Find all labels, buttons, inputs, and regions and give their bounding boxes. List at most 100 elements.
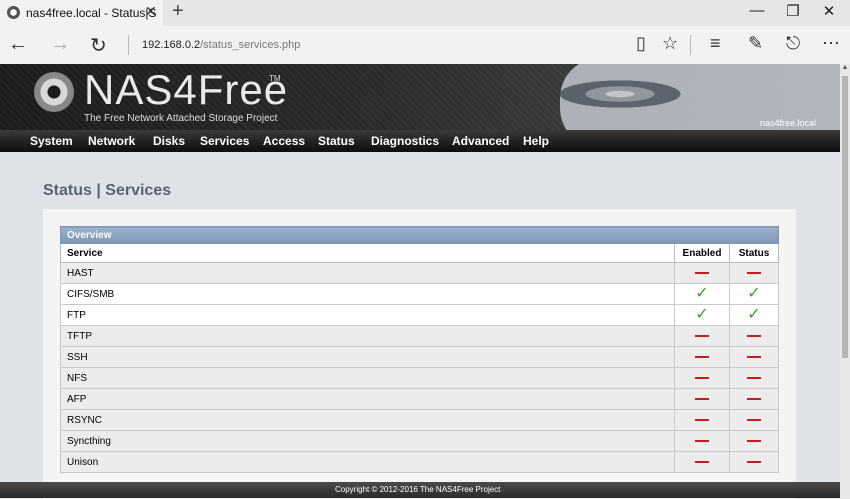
dash-icon — [695, 418, 709, 421]
forward-icon[interactable]: → — [50, 33, 70, 56]
new-tab-icon[interactable]: + — [172, 0, 184, 23]
menu-item-status[interactable]: Status — [318, 134, 355, 148]
url-path: /status_services.php — [200, 39, 301, 51]
copyright-text: Copyright © 2012-2016 The NAS4Free Proje… — [335, 485, 501, 494]
service-name: RSYNC — [60, 409, 675, 431]
logo-text[interactable]: NAS4Free — [84, 66, 288, 114]
table-row: Unison — [60, 451, 779, 473]
hub-icon[interactable]: ≡ — [710, 33, 721, 54]
refresh-icon[interactable]: ↻ — [90, 33, 107, 58]
web-note-icon[interactable]: ✎ — [748, 33, 763, 54]
logo-tagline: The Free Network Attached Storage Projec… — [84, 113, 278, 124]
service-enabled: ✓ — [674, 304, 730, 326]
menu-item-disks[interactable]: Disks — [153, 134, 185, 148]
dash-icon — [747, 334, 761, 337]
service-name: Syncthing — [60, 430, 675, 452]
trademark-mark: TM — [269, 74, 281, 83]
service-name: TFTP — [60, 325, 675, 347]
table-row: RSYNC — [60, 409, 779, 431]
service-status — [729, 325, 779, 347]
menu-item-system[interactable]: System — [30, 134, 73, 148]
service-status — [729, 451, 779, 473]
column-header-row: Service Enabled Status — [60, 243, 779, 263]
service-name: SSH — [60, 346, 675, 368]
browser-tab[interactable]: nas4free.local - Status|S ✕ — [0, 0, 163, 26]
service-enabled — [674, 430, 730, 452]
dash-icon — [747, 460, 761, 463]
address-bar: ← → ↻ 192.168.0.2/status_services.php ▯ … — [0, 26, 850, 64]
service-name: FTP — [60, 304, 675, 326]
check-icon: ✓ — [695, 285, 709, 302]
share-icon[interactable]: ⎋ — [786, 33, 800, 54]
service-status — [729, 346, 779, 368]
menu-item-services[interactable]: Services — [200, 134, 249, 148]
menu-item-access[interactable]: Access — [263, 134, 305, 148]
service-status — [729, 430, 779, 452]
service-status — [729, 367, 779, 389]
hostname-label: nas4free.local — [760, 118, 817, 128]
service-status — [729, 409, 779, 431]
service-status — [729, 388, 779, 410]
favorite-star-icon[interactable]: ☆ — [662, 33, 678, 54]
minimize-icon[interactable]: — — [747, 2, 767, 19]
check-icon: ✓ — [747, 306, 761, 323]
menu-item-diagnostics[interactable]: Diagnostics — [371, 134, 439, 148]
footer: Copyright © 2012-2016 The NAS4Free Proje… — [0, 482, 840, 498]
table-row: SSH — [60, 346, 779, 368]
service-enabled — [674, 388, 730, 410]
table-row: AFP — [60, 388, 779, 410]
scrollbar[interactable]: ▲ — [840, 64, 850, 498]
service-rows: HAST CIFS/SMB ✓ ✓ FTP ✓ ✓ TFTP SSH NFS AFP RSYNC Syn… — [60, 262, 779, 473]
overview-title: Overview — [60, 226, 779, 244]
table-row: NFS — [60, 367, 779, 389]
scroll-thumb[interactable] — [842, 76, 848, 358]
close-tab-icon[interactable]: ✕ — [145, 3, 157, 20]
more-icon[interactable]: ⋯ — [822, 33, 840, 54]
column-header-enabled: Enabled — [674, 243, 730, 263]
restore-icon[interactable]: ❐ — [783, 2, 803, 20]
dash-icon — [695, 397, 709, 400]
service-enabled: ✓ — [674, 283, 730, 305]
check-icon: ✓ — [695, 306, 709, 323]
toolbar-separator — [690, 35, 691, 55]
favicon-icon — [7, 6, 20, 19]
close-window-icon[interactable]: ✕ — [819, 2, 839, 20]
dash-icon — [747, 418, 761, 421]
overview-header: Overview — [60, 226, 779, 244]
menu-item-advanced[interactable]: Advanced — [452, 134, 509, 148]
service-enabled — [674, 262, 730, 284]
service-enabled — [674, 451, 730, 473]
url-field[interactable]: 192.168.0.2/status_services.php — [142, 39, 300, 51]
service-enabled — [674, 346, 730, 368]
table-row: Syncthing — [60, 430, 779, 452]
url-host: 192.168.0.2 — [142, 39, 201, 51]
scroll-up-icon[interactable]: ▲ — [840, 64, 850, 74]
service-enabled — [674, 325, 730, 347]
dash-icon — [747, 397, 761, 400]
dash-icon — [747, 376, 761, 379]
page-title: Status | Services — [43, 182, 172, 199]
site-header: NAS4Free TM The Free Network Attached St… — [0, 64, 840, 130]
dash-icon — [695, 334, 709, 337]
back-icon[interactable]: ← — [8, 33, 28, 56]
browser-tabstrip: nas4free.local - Status|S ✕ + — ❐ ✕ — [0, 0, 850, 26]
reading-view-icon[interactable]: ▯ — [636, 33, 646, 54]
dash-icon — [695, 355, 709, 358]
table-row: HAST — [60, 262, 779, 284]
menu-item-network[interactable]: Network — [88, 134, 135, 148]
menu-item-help[interactable]: Help — [523, 134, 549, 148]
service-name: NFS — [60, 367, 675, 389]
service-status — [729, 262, 779, 284]
table-row: FTP ✓ ✓ — [60, 304, 779, 326]
table-row: CIFS/SMB ✓ ✓ — [60, 283, 779, 305]
dash-icon — [695, 271, 709, 274]
service-name: Unison — [60, 451, 675, 473]
table-row: TFTP — [60, 325, 779, 347]
address-separator — [128, 35, 129, 55]
service-name: AFP — [60, 388, 675, 410]
logo-icon[interactable] — [34, 72, 74, 112]
column-header-service: Service — [60, 243, 675, 263]
service-enabled — [674, 367, 730, 389]
service-enabled — [674, 409, 730, 431]
service-name: HAST — [60, 262, 675, 284]
